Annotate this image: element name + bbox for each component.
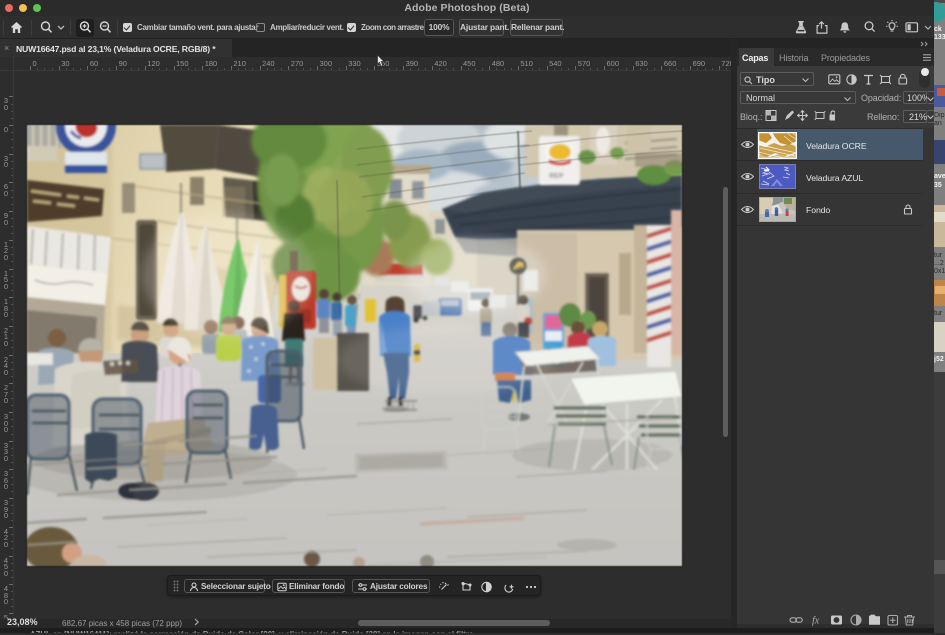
svg-text:REP: REP [549,173,564,180]
svg-text:fx: fx [812,616,820,627]
